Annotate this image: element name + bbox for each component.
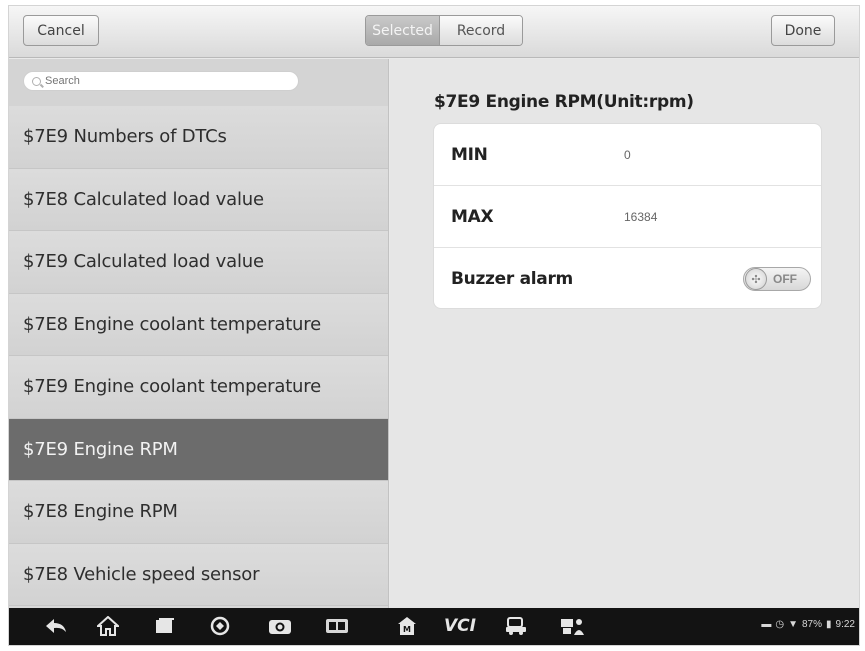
recent-apps-icon[interactable]	[155, 613, 175, 639]
clock-icon: ◷	[775, 619, 785, 630]
maxifix-icon[interactable]: M	[397, 613, 417, 639]
home-icon[interactable]	[97, 613, 119, 639]
buzzer-label: Buzzer alarm	[451, 269, 573, 289]
system-nav-bar: M VCI ▬ ◷ ▼ 87% ▮ 9:22	[9, 608, 859, 645]
vci-icon[interactable]: VCI	[444, 613, 476, 639]
svg-text:M: M	[403, 625, 411, 634]
list-item[interactable]: $7E8 Calculated load value	[9, 168, 388, 231]
list-item-selected[interactable]: $7E9 Engine RPM	[9, 418, 388, 481]
max-value[interactable]: 16384	[624, 210, 657, 224]
battery-level: 87%	[802, 619, 823, 630]
camera-icon[interactable]	[268, 613, 292, 639]
buzzer-row: Buzzer alarm ✣ OFF	[434, 248, 821, 310]
list-item[interactable]: $7E9 Calculated load value	[9, 231, 388, 294]
detail-title: $7E9 Engine RPM(Unit:rpm)	[434, 92, 694, 112]
app-window: Cancel Selected Record Done $7E9 Numbers…	[8, 5, 860, 646]
clock-time: 9:22	[835, 619, 855, 630]
max-label: MAX	[451, 206, 494, 227]
tab-selected[interactable]: Selected	[366, 16, 440, 45]
toggle-state: OFF	[773, 272, 797, 286]
tab-record[interactable]: Record	[440, 16, 522, 45]
car-icon[interactable]	[505, 613, 529, 639]
list-item[interactable]: $7E8 Engine RPM	[9, 481, 388, 544]
segmented-control: Selected Record	[365, 15, 523, 46]
list-item[interactable]: $7E9 Engine coolant temperature	[9, 356, 388, 419]
top-toolbar: Cancel Selected Record Done	[9, 6, 859, 58]
search-field[interactable]	[23, 71, 299, 91]
done-button[interactable]: Done	[771, 15, 835, 46]
cancel-button[interactable]: Cancel	[23, 15, 99, 46]
threshold-card: MIN 0 MAX 16384 Buzzer alarm ✣ OFF	[433, 123, 822, 309]
toggle-knob-icon: ✣	[745, 268, 767, 290]
remote-support-icon[interactable]	[560, 613, 586, 639]
display-icon[interactable]	[325, 613, 349, 639]
max-row[interactable]: MAX 16384	[434, 186, 821, 248]
buzzer-alarm-toggle[interactable]: ✣ OFF	[743, 267, 811, 291]
browser-icon[interactable]	[210, 613, 230, 639]
search-bar	[9, 59, 388, 106]
min-label: MIN	[451, 144, 488, 165]
wifi-icon: ▼	[788, 619, 798, 630]
detail-panel: $7E9 Engine RPM(Unit:rpm) MIN 0 MAX 1638…	[390, 59, 859, 610]
parameter-list-panel: $7E9 Numbers of DTCs $7E8 Calculated loa…	[9, 59, 389, 610]
search-input[interactable]	[45, 75, 265, 87]
list-item[interactable]: $7E9 Numbers of DTCs	[9, 106, 388, 169]
battery-icon: ▮	[826, 619, 832, 630]
min-value[interactable]: 0	[624, 148, 631, 162]
message-icon: ▬	[761, 619, 772, 630]
min-row[interactable]: MIN 0	[434, 124, 821, 186]
list-item[interactable]: $7E8 Engine coolant temperature	[9, 293, 388, 356]
back-icon[interactable]	[45, 613, 67, 639]
status-area: ▬ ◷ ▼ 87% ▮ 9:22	[761, 619, 855, 630]
search-icon	[32, 76, 41, 86]
list-item[interactable]: $7E8 Vehicle speed sensor	[9, 543, 388, 606]
